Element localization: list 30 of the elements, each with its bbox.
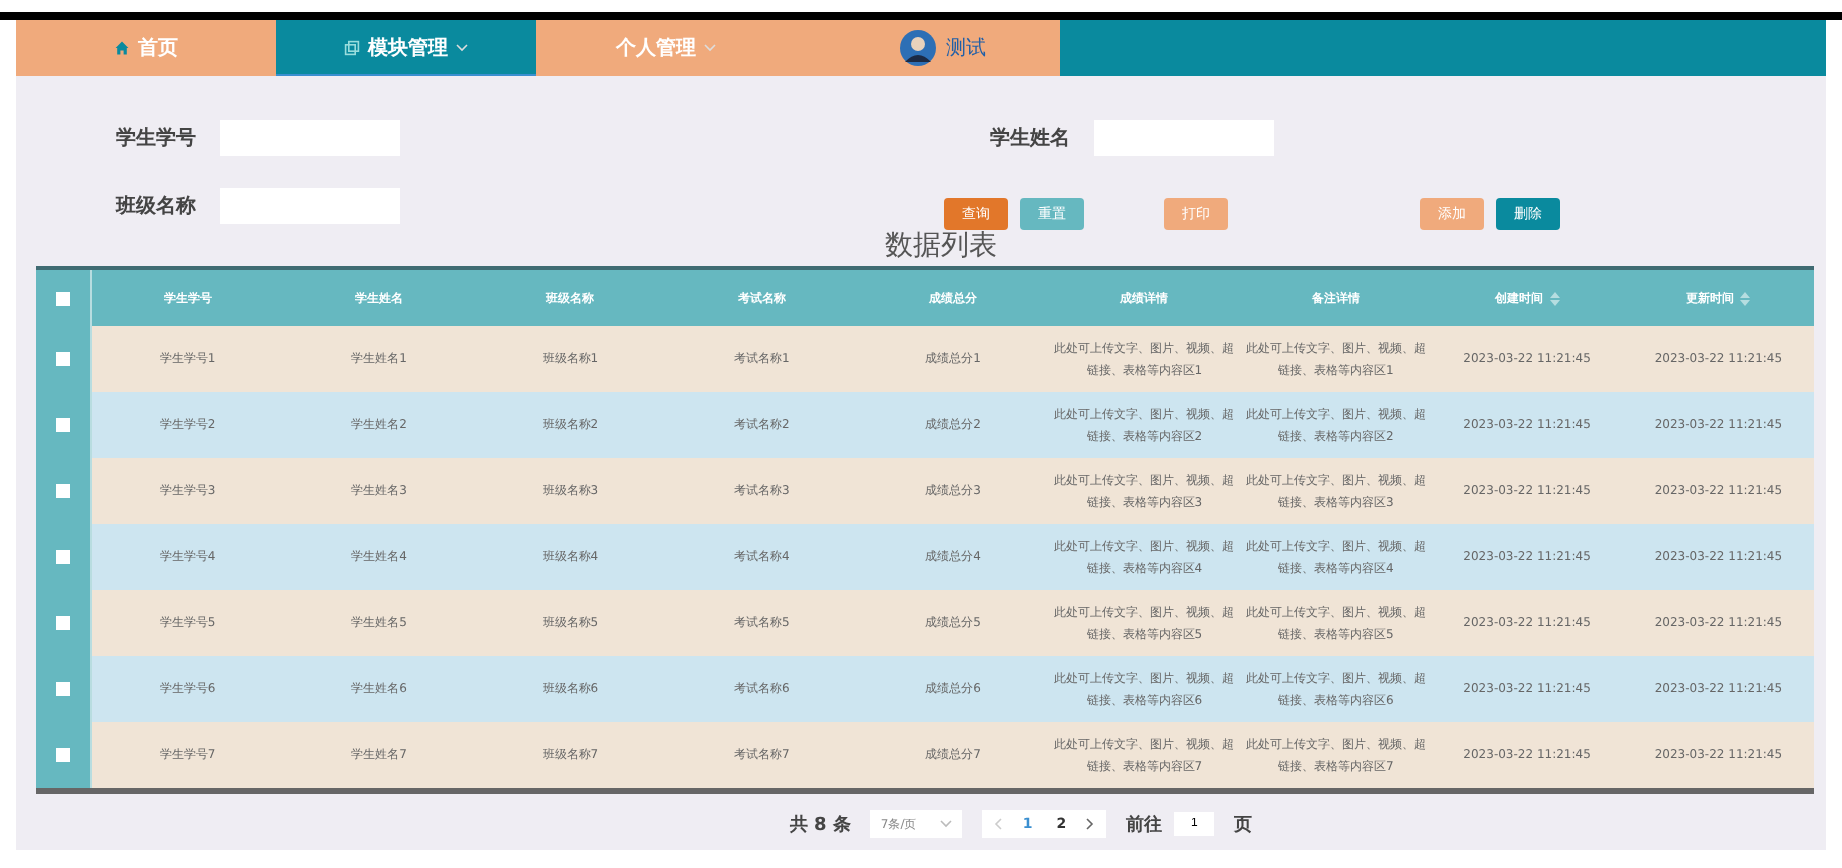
checkbox[interactable]	[56, 616, 70, 630]
next-icon[interactable]	[1086, 818, 1095, 830]
caret-icon	[704, 44, 716, 52]
caret-icon	[940, 820, 953, 828]
scrollbar[interactable]	[36, 788, 1814, 794]
checkbox[interactable]	[56, 352, 70, 366]
nav-tab[interactable]: 首页	[16, 20, 276, 76]
page-label: 页	[1234, 813, 1253, 837]
field-label: 班级名称	[116, 193, 198, 220]
avatar[interactable]	[900, 30, 936, 66]
total-count: 共 8 条	[789, 812, 851, 837]
nav-tab[interactable]: 个人管理	[536, 20, 796, 76]
field-label: 学生学号	[116, 125, 198, 152]
checkbox[interactable]	[56, 418, 70, 432]
goto-label: 前往	[1126, 813, 1163, 837]
sort-icon	[1740, 291, 1751, 305]
field-label: 学生姓名	[990, 125, 1072, 152]
user-name[interactable]: 测试	[946, 34, 986, 62]
checkbox[interactable]	[56, 550, 70, 564]
copy-icon	[344, 39, 360, 55]
table-title: 数据列表	[883, 230, 999, 264]
checkbox[interactable]	[56, 748, 70, 762]
sort-icon	[1549, 291, 1560, 305]
home-icon	[114, 40, 130, 56]
caret-icon	[456, 43, 468, 51]
previous-icon[interactable]	[994, 818, 1003, 830]
checkbox[interactable]	[56, 484, 70, 498]
nav-tab[interactable]: 模块管理	[276, 20, 536, 76]
checkbox[interactable]	[56, 682, 70, 696]
checkbox[interactable]	[56, 291, 70, 305]
